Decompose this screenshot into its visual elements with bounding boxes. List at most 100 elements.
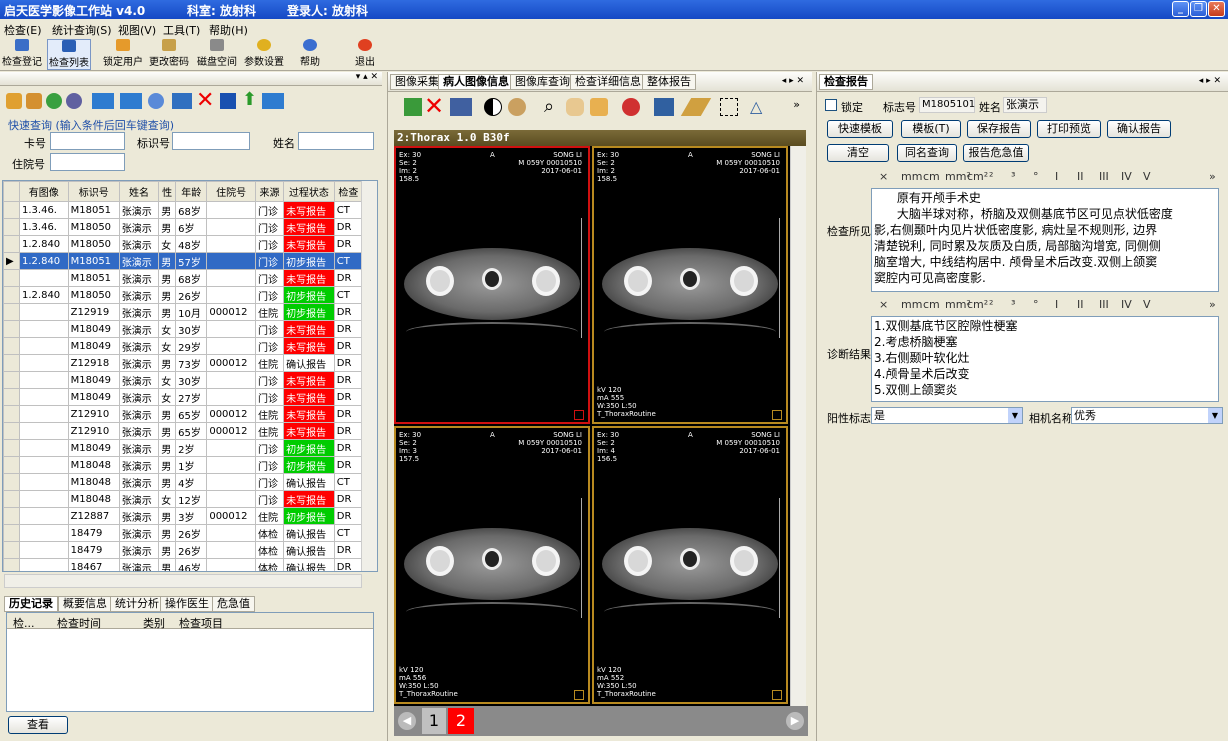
angle-icon[interactable]: △ xyxy=(750,96,762,118)
tab-image-capture[interactable]: 图像采集 xyxy=(390,74,444,90)
tab-operator[interactable]: 操作医生 xyxy=(160,596,214,612)
tab-statistics[interactable]: 统计分析 xyxy=(110,596,164,612)
ct-image-tile[interactable]: Ex: 30 Se: 2 Im: 4 156.5 A SONG LI M 059Y 0001… xyxy=(592,426,788,704)
table-row[interactable]: M18049 张演示男 2岁 门诊 初步报告 DR xyxy=(3,439,364,457)
name-input[interactable] xyxy=(298,132,374,150)
refresh-icon[interactable] xyxy=(148,93,164,109)
table-row[interactable]: 1.3.46. M18051 张演示男 68岁 门诊 未写报告 CT xyxy=(3,201,364,219)
tab-report[interactable]: 检查报告 xyxy=(819,74,873,90)
disc-icon[interactable] xyxy=(66,93,82,109)
col-status[interactable]: 过程状态 xyxy=(283,181,335,202)
format-btn[interactable]: cm² xyxy=(967,170,988,183)
minimize-button[interactable]: _ xyxy=(1172,1,1189,17)
report-critical-button[interactable]: 报告危急值 xyxy=(963,144,1029,162)
format-btn[interactable]: cm² xyxy=(967,298,988,311)
col-image[interactable]: 有图像 xyxy=(19,181,69,202)
save-report-button[interactable]: 保存报告 xyxy=(967,120,1031,138)
format-btn[interactable]: × xyxy=(879,170,888,183)
table-row[interactable]: M18049 张演示女 30岁 门诊 未写报告 DR xyxy=(3,371,364,389)
table-row[interactable]: Z12887 张演示男 3岁 000012 住院 初步报告 DR xyxy=(3,507,364,525)
select-icon[interactable] xyxy=(720,98,738,116)
col-age[interactable]: 年龄 xyxy=(175,181,208,202)
pan-icon[interactable] xyxy=(566,98,584,116)
prev-page-icon[interactable]: ◀ xyxy=(398,712,416,730)
image-viewport[interactable]: Ex: 30 Se: 2 Im: 2 158.5 A SONG LI M 059Y 0001… xyxy=(394,146,790,706)
menu-exam[interactable]: 检查(E) xyxy=(4,22,42,38)
clear-button[interactable]: 清空 xyxy=(827,144,889,162)
save-icon[interactable] xyxy=(220,93,236,109)
format-btn[interactable]: » xyxy=(1209,170,1216,183)
format-btn[interactable]: V xyxy=(1143,298,1151,311)
table-row[interactable]: M18049 张演示女 29岁 门诊 未写报告 DR xyxy=(3,337,364,355)
ct-image-tile[interactable]: Ex: 30 Se: 2 Im: 3 157.5 A SONG LI M 059Y 0001… xyxy=(394,426,590,704)
table-row[interactable]: M18049 张演示女 27岁 门诊 未写报告 DR xyxy=(3,388,364,406)
findings-text[interactable]: 原有开颅手术史 大脑半球对称，桥脑及双侧基底节区可见点状低密度 影,右侧颞叶内见片… xyxy=(871,188,1219,292)
table-row[interactable]: 1.2.840 M18050 张演示男 26岁 门诊 初步报告 CT xyxy=(3,286,364,304)
tab-image-db[interactable]: 图像库查询 xyxy=(510,74,575,90)
menu-view[interactable]: 视图(V) xyxy=(118,22,156,38)
format-btn[interactable]: ° xyxy=(1033,298,1039,311)
menu-stats[interactable]: 统计查询(S) xyxy=(52,22,112,38)
print-preview-button[interactable]: 打印预览 xyxy=(1037,120,1101,138)
center-panel-controls-icon[interactable]: ◂ ▸ ✕ xyxy=(778,74,808,90)
format-btn[interactable]: » xyxy=(1209,298,1216,311)
diagnosis-text[interactable]: 1.双侧基底节区腔隙性梗塞 2.考虑桥脑梗塞 3.右侧颞叶软化灶 4.颅骨呈术后改变 5… xyxy=(871,316,1219,402)
table-row[interactable]: M18048 张演示男 4岁 门诊 确认报告 CT xyxy=(3,473,364,491)
format-btn[interactable]: II xyxy=(1077,170,1084,183)
register-button[interactable]: 检查登记 xyxy=(2,39,42,68)
transfer2-icon[interactable] xyxy=(120,93,142,109)
table-row[interactable]: Z12910 张演示男 65岁 000012 住院 未写报告 DR xyxy=(3,422,364,440)
format-btn[interactable]: cm xyxy=(923,298,940,311)
menu-help[interactable]: 帮助(H) xyxy=(209,22,248,38)
next-page-icon[interactable]: ▶ xyxy=(786,712,804,730)
template-button[interactable]: 模板(T) xyxy=(901,120,961,138)
col-type[interactable]: 检查 xyxy=(333,181,364,202)
tab-exam-detail[interactable]: 检查详细信息 xyxy=(570,74,646,90)
col-source[interactable]: 来源 xyxy=(254,181,285,202)
mark-input[interactable] xyxy=(172,132,250,150)
accept-icon[interactable] xyxy=(404,98,422,116)
camera-select[interactable]: 优秀 ▼ xyxy=(1071,407,1223,424)
card-input[interactable] xyxy=(50,132,125,150)
format-btn[interactable]: × xyxy=(879,298,888,311)
table-row[interactable]: 18467 张演示男 46岁 体检 确认报告 DR xyxy=(3,558,364,571)
format-btn[interactable]: V xyxy=(1143,170,1151,183)
col-name[interactable]: 姓名 xyxy=(118,181,160,202)
format-btn[interactable]: ² xyxy=(989,298,993,311)
format-btn[interactable]: IV xyxy=(1121,298,1132,311)
panel-controls-icon[interactable]: ▾ ▴ ✕ xyxy=(356,72,378,82)
quick-template-button[interactable]: 快速模板 xyxy=(827,120,893,138)
more-icon[interactable]: » xyxy=(793,98,800,111)
col-inpatient[interactable]: 住院号 xyxy=(206,181,256,202)
tab-patient-images[interactable]: 病人图像信息 xyxy=(438,74,514,90)
table-row[interactable]: ▶ 1.2.840 M18051 张演示男 57岁 门诊 初步报告 CT xyxy=(3,252,364,270)
ct-image-tile[interactable]: Ex: 30 Se: 2 Im: 2 158.5 A SONG LI M 059Y 0001… xyxy=(592,146,788,424)
zoom-icon[interactable]: ⌕ xyxy=(544,96,554,118)
grid-hscroll[interactable] xyxy=(4,574,362,588)
table-row[interactable]: 1.3.46. M18050 张演示男 6岁 门诊 未写报告 DR xyxy=(3,218,364,236)
format-btn[interactable]: II xyxy=(1077,298,1084,311)
table-row[interactable]: M18051 张演示男 68岁 门诊 未写报告 DR xyxy=(3,269,364,287)
disk-space-button[interactable]: 磁盘空间 xyxy=(197,39,237,68)
menu-tools[interactable]: 工具(T) xyxy=(163,22,200,38)
tab-summary[interactable]: 概要信息 xyxy=(58,596,112,612)
view-button[interactable]: 查看 xyxy=(8,716,68,734)
page-1[interactable]: 1 xyxy=(422,708,446,734)
reject-icon[interactable]: ✕ xyxy=(424,93,444,119)
lock-checkbox[interactable] xyxy=(825,99,837,111)
col-sex[interactable]: 性 xyxy=(158,181,177,202)
tab-critical[interactable]: 危急值 xyxy=(212,596,255,612)
viewport-vscroll[interactable] xyxy=(790,146,806,706)
format-btn[interactable]: ² xyxy=(989,170,993,183)
page-2[interactable]: 2 xyxy=(448,708,474,734)
table-row[interactable]: M18048 张演示男 1岁 门诊 初步报告 DR xyxy=(3,456,364,474)
positive-select[interactable]: 是 ▼ xyxy=(871,407,1023,424)
transfer-icon[interactable] xyxy=(92,93,114,109)
windowing-icon[interactable] xyxy=(654,98,674,116)
edit2-icon[interactable] xyxy=(26,93,42,109)
rotate-icon[interactable] xyxy=(622,98,640,116)
table-row[interactable]: 1.2.840 M18050 张演示女 48岁 门诊 未写报告 DR xyxy=(3,235,364,253)
report-panel-controls-icon[interactable]: ◂ ▸ ✕ xyxy=(1195,74,1225,90)
table-row[interactable]: Z12918 张演示男 73岁 000012 住院 确认报告 DR xyxy=(3,354,364,372)
contrast-icon[interactable] xyxy=(484,98,502,116)
